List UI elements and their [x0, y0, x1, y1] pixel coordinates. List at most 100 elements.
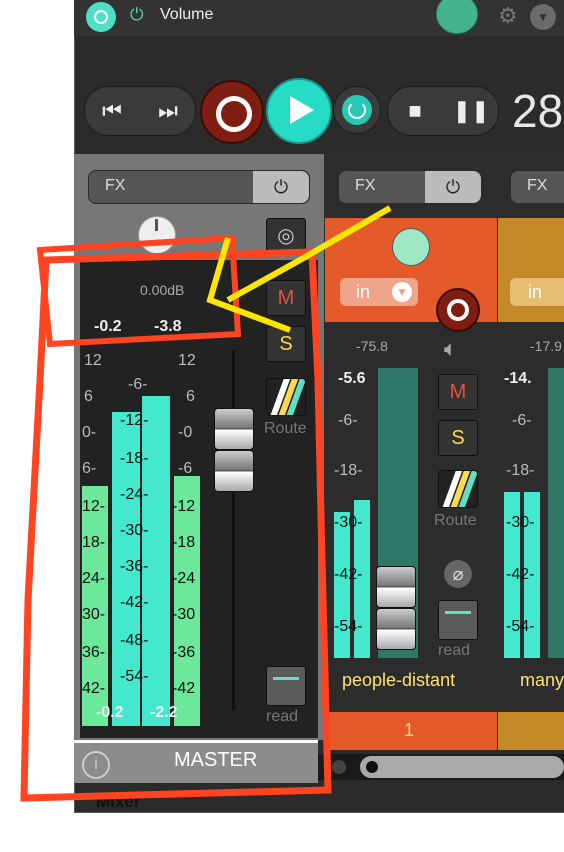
play-icon [290, 96, 314, 124]
track2-input-label: in [528, 282, 543, 302]
scale-label: 0- [82, 424, 97, 441]
master-route-button[interactable] [266, 378, 306, 416]
track2-name[interactable]: many [520, 670, 564, 691]
track1-record-arm[interactable] [436, 288, 480, 332]
skip-back-button[interactable]: ⏮ [85, 87, 139, 135]
track1-input-select[interactable]: in ▼ [340, 278, 418, 306]
master-fader[interactable] [214, 450, 254, 492]
scrollbar-thumb[interactable] [366, 761, 378, 773]
master-db-readout: 0.00dB [140, 282, 185, 298]
master-mute-button[interactable]: M [266, 280, 306, 316]
track1-name[interactable]: people-distant [342, 670, 455, 691]
track1-fader[interactable] [376, 566, 416, 608]
track1-read-label: read [438, 642, 471, 659]
scale-label: 42- [82, 680, 106, 697]
scale-label: 6 [84, 388, 93, 405]
scale-label: -6- [512, 412, 532, 429]
top-bar: ⏻ Volume ⚙ ▼ [74, 0, 564, 36]
master-peak-left: -0.2 [94, 318, 122, 335]
track1-fader[interactable] [376, 608, 416, 650]
record-button[interactable] [200, 80, 264, 144]
plugin-name: Volume [160, 6, 214, 23]
master-bottom-peak-left: -0.2 [96, 704, 124, 721]
scale-label: -30- [506, 514, 535, 531]
horizontal-scrollbar[interactable] [360, 756, 564, 778]
scale-label: -36 [172, 644, 196, 661]
scale-label: -24- [120, 486, 149, 503]
stop-pause-buttons: ■ ❚❚ [387, 86, 499, 136]
master-automation-button[interactable] [266, 666, 306, 706]
fx-enable-toggle[interactable] [86, 2, 116, 32]
master-peak-right: -3.8 [154, 318, 182, 335]
stereo-mono-button[interactable]: ◎ [266, 218, 306, 254]
track1-route-button[interactable] [438, 470, 478, 508]
track1-fx-label: FX [355, 177, 376, 194]
master-route-label: Route [264, 420, 307, 437]
scale-label: 36- [82, 644, 106, 661]
loop-button[interactable] [333, 86, 381, 134]
automation-icon [445, 611, 471, 630]
track1-solo-button[interactable]: S [438, 420, 478, 456]
scale-label: 12 [84, 352, 102, 369]
master-name-bar: i MASTER [74, 740, 318, 783]
scale-label: -54- [334, 618, 363, 635]
stop-button[interactable]: ■ [388, 87, 442, 135]
scroll-left-button[interactable] [332, 760, 346, 774]
mixer-tab[interactable]: Mixer [96, 792, 206, 812]
track1-input-label: in [356, 282, 371, 302]
master-read-label: read [266, 708, 299, 725]
phase-invert-icon[interactable]: ⌀ [444, 560, 472, 588]
scale-label: -42 [172, 680, 196, 697]
track2-db-readout: -17.9 [530, 338, 562, 354]
track1-route-label: Route [434, 512, 477, 529]
master-solo-button[interactable]: S [266, 326, 306, 362]
scale-label: -42- [506, 566, 535, 583]
scale-label: -30- [120, 522, 149, 539]
scale-label: -18- [506, 462, 535, 479]
speaker-icon[interactable]: 🔈︎ [444, 336, 457, 362]
power-icon[interactable]: ⏻ [130, 6, 148, 24]
gear-icon[interactable]: ⚙ [498, 4, 522, 28]
track1-mute-button[interactable]: M [438, 374, 478, 410]
scale-label: -30 [172, 606, 196, 623]
track1-peak: -5.6 [338, 370, 366, 387]
master-pan-knob[interactable] [138, 216, 176, 254]
scale-label: -18- [120, 450, 149, 467]
track1-pan-knob[interactable] [392, 228, 430, 266]
track2-header [498, 218, 564, 322]
master-fader[interactable] [214, 408, 254, 450]
info-icon[interactable]: i [82, 751, 110, 779]
scale-label: -54- [506, 618, 535, 635]
scale-label: 6- [82, 460, 97, 477]
track1-fx-bar[interactable]: FX ⏻ [338, 170, 482, 204]
scale-label: -48- [120, 632, 149, 649]
track1-db-readout: -75.8 [356, 338, 388, 354]
master-fx-bar[interactable]: FX ⏻ [88, 170, 310, 204]
transport-bar: ⏮ ⏭ ■ ❚❚ 28 [74, 70, 564, 154]
pause-button[interactable]: ❚❚ [444, 87, 498, 135]
power-icon[interactable]: ⏻ [253, 171, 309, 203]
track1-number: 1 [404, 720, 415, 740]
master-fx-label: FX [105, 177, 126, 194]
volume-knob[interactable] [436, 0, 478, 34]
scale-label: -0 [178, 424, 193, 441]
track1-automation-button[interactable] [438, 600, 478, 640]
chevron-down-icon[interactable]: ▼ [530, 4, 556, 30]
scale-label: -18- [334, 462, 363, 479]
master-name-label: MASTER [174, 749, 258, 771]
track2-fader-lane [548, 368, 564, 658]
scale-label: 18- [82, 534, 106, 551]
scale-label: 30- [82, 606, 106, 623]
scale-label: -42- [334, 566, 363, 583]
play-button[interactable] [266, 78, 332, 144]
automation-icon [273, 677, 299, 696]
scale-label: 6 [186, 388, 195, 405]
power-icon[interactable]: ⏻ [425, 171, 481, 203]
scale-label: -42- [120, 594, 149, 611]
scale-label: -36- [120, 558, 149, 575]
track2-input-select[interactable]: in [510, 278, 564, 306]
skip-forward-button[interactable]: ⏭ [141, 87, 195, 135]
scale-label: -12- [120, 412, 149, 429]
scale-label: -54- [120, 668, 149, 685]
track2-fx-bar[interactable]: FX [510, 170, 564, 204]
